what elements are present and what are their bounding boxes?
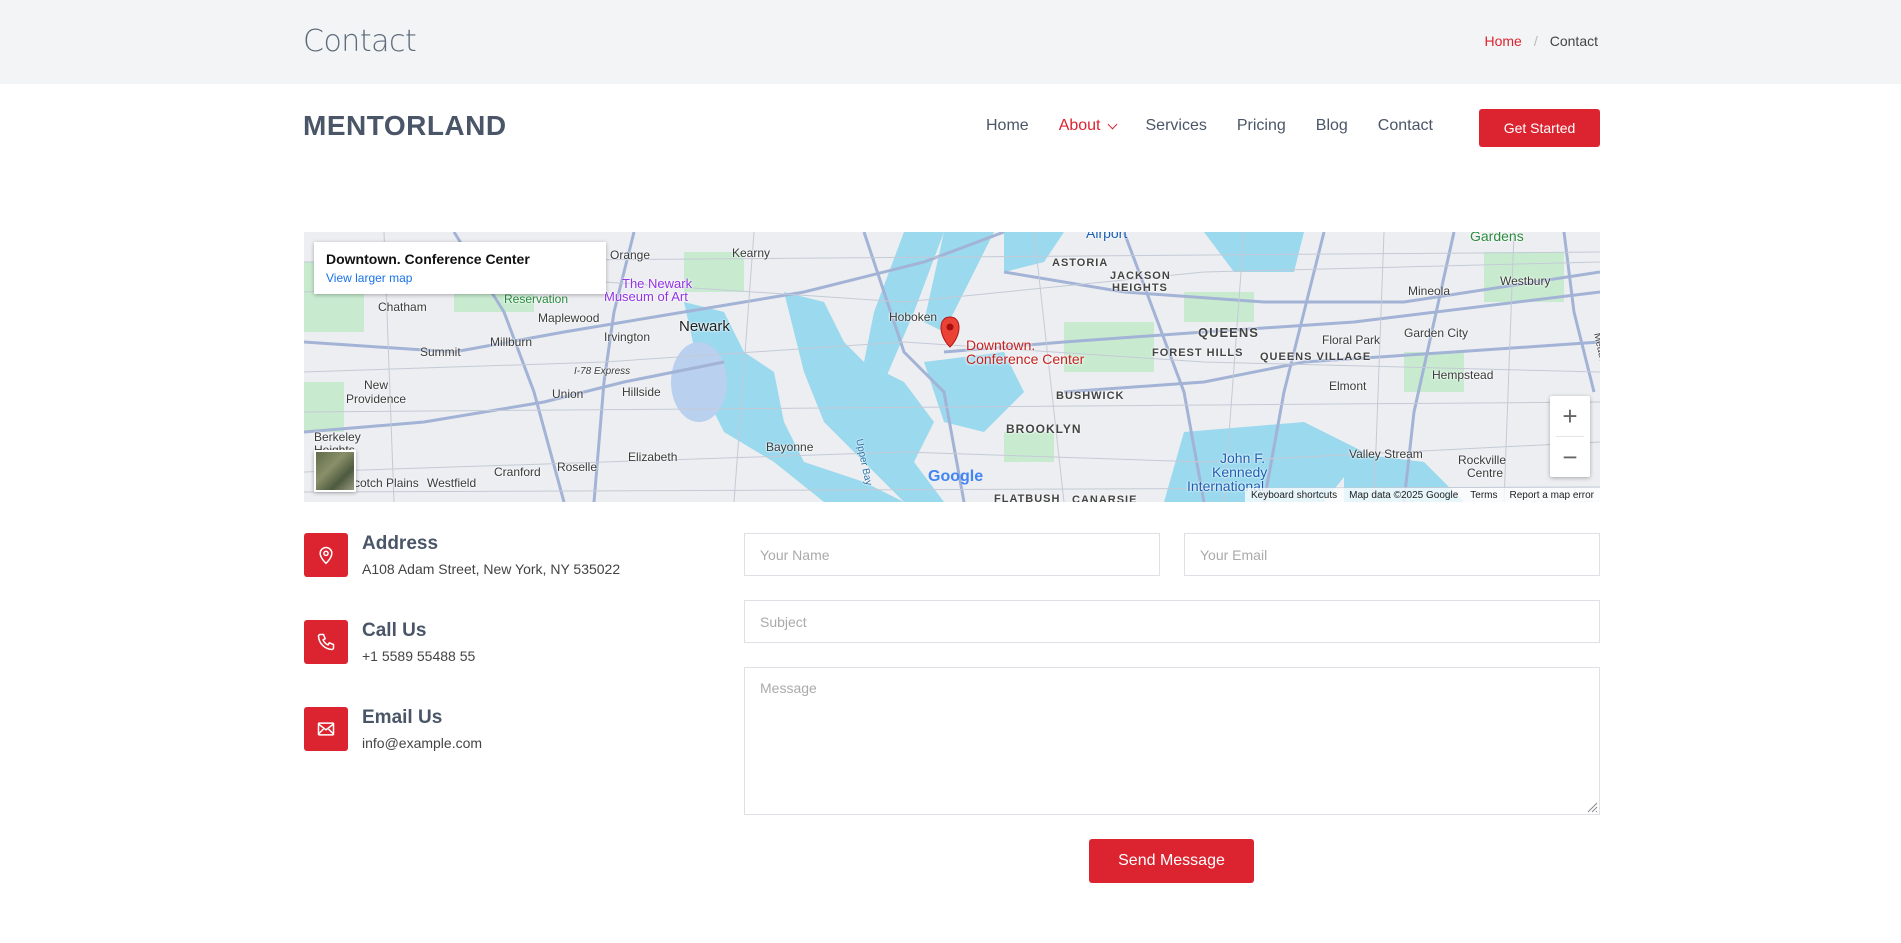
map-poi-label: Museum of Art	[604, 289, 688, 304]
map-place-label: Union	[552, 387, 584, 401]
zoom-in-button[interactable]: +	[1550, 396, 1590, 436]
map-place-label: Orange	[610, 248, 651, 262]
map-poi-label: Gardens	[1470, 232, 1524, 244]
map-place-label: QUEENS VILLAGE	[1260, 351, 1372, 363]
map-place-label: FLATBUSH	[994, 493, 1061, 502]
map-place-label: Hoboken	[889, 310, 938, 324]
map-place-label: QUEENS	[1198, 325, 1259, 340]
map-place-label: Floral Park	[1322, 333, 1381, 347]
get-started-button[interactable]: Get Started	[1479, 109, 1600, 147]
email-input[interactable]	[1184, 533, 1600, 576]
map-pin-icon	[304, 533, 348, 577]
map-place-label: Irvington	[604, 330, 651, 344]
map-place-label: Reservation	[504, 292, 569, 306]
nav-pricing[interactable]: Pricing	[1237, 117, 1286, 135]
map-poi-label: Kennedy	[1212, 464, 1268, 480]
nav-about-label: About	[1058, 117, 1101, 134]
zoom-out-button[interactable]: −	[1550, 437, 1590, 477]
map-place-label: BUSHWICK	[1056, 390, 1125, 402]
breadcrumb-home-link[interactable]: Home	[1485, 33, 1522, 49]
map-poi-label: Airport	[1086, 232, 1128, 241]
contact-info-email: Email Us info@example.com	[304, 707, 684, 755]
page-title-bar: Contact Home / Contact	[0, 0, 1901, 84]
map-pin-label-line-2: Conference Center	[966, 351, 1085, 367]
map-place-label: Westbury	[1500, 274, 1551, 288]
send-message-button[interactable]: Send Message	[1089, 839, 1254, 883]
map-place-label: Centre	[1467, 466, 1504, 480]
page-title: Contact	[303, 24, 417, 59]
google-map[interactable]: Newark Hoboken Kearny Orange Reservation…	[304, 232, 1600, 502]
nav-about[interactable]: About	[1058, 117, 1117, 135]
breadcrumb-current: Contact	[1549, 33, 1598, 49]
map-poi-label: John F.	[1220, 450, 1266, 466]
map-place-label: Roselle	[557, 460, 598, 474]
map-info-card: Downtown. Conference Center View larger …	[314, 242, 606, 294]
call-us-title: Call Us	[362, 620, 427, 641]
chevron-down-icon	[1107, 119, 1117, 129]
contact-info-phone: Call Us +1 5589 55488 55	[304, 620, 684, 668]
map-place-label: Berkeley	[314, 430, 361, 444]
map-place-label: Garden City	[1404, 326, 1469, 340]
phone-text: +1 5589 55488 55	[362, 648, 476, 664]
map-place-label: Summit	[420, 345, 461, 359]
map-place-label: JACKSON	[1110, 270, 1171, 282]
google-logo: Google	[928, 468, 984, 485]
map-place-label: Hempstead	[1432, 368, 1494, 382]
map-place-label: ASTORIA	[1052, 257, 1109, 269]
phone-icon	[304, 620, 348, 664]
subject-input[interactable]	[744, 600, 1600, 643]
map-place-label: Bayonne	[766, 440, 814, 454]
terms-link[interactable]: Terms	[1470, 490, 1497, 501]
envelope-icon	[304, 707, 348, 751]
map-place-label: BROOKLYN	[1006, 422, 1082, 436]
contact-info-address: Address A108 Adam Street, New York, NY 5…	[304, 533, 684, 581]
main-nav: Home About Services Pricing Blog Contact	[986, 117, 1463, 135]
email-us-title: Email Us	[362, 707, 443, 728]
nav-home[interactable]: Home	[986, 117, 1029, 135]
name-input[interactable]	[744, 533, 1160, 576]
satellite-toggle-thumbnail[interactable]	[314, 450, 356, 492]
map-place-label: Elizabeth	[628, 450, 678, 464]
map-place-label: Chatham	[378, 300, 427, 314]
map-place-label: HEIGHTS	[1112, 282, 1168, 294]
address-text: A108 Adam Street, New York, NY 535022	[362, 561, 621, 577]
map-place-label: FOREST HILLS	[1152, 347, 1244, 359]
breadcrumb-separator: /	[1533, 33, 1538, 49]
keyboard-shortcuts-link[interactable]: Keyboard shortcuts	[1251, 490, 1337, 501]
report-map-error-link[interactable]: Report a map error	[1510, 490, 1594, 501]
message-textarea[interactable]	[744, 667, 1600, 815]
map-place-label: CANARSIE	[1072, 494, 1138, 502]
map-footer: Keyboard shortcuts Map data ©2025 Google…	[1244, 488, 1600, 502]
map-place-label: Kearny	[732, 246, 771, 260]
nav-blog[interactable]: Blog	[1316, 117, 1348, 135]
map-place-label: I-78 Express	[574, 366, 631, 377]
map-place-label: Rockville	[1458, 453, 1507, 467]
site-header: MENTORLAND Home About Services Pricing B…	[0, 84, 1901, 170]
nav-contact[interactable]: Contact	[1378, 117, 1433, 135]
logo[interactable]: MENTORLAND	[303, 110, 507, 142]
textarea-resize-handle[interactable]	[1585, 800, 1598, 813]
map-place-label: Providence	[346, 392, 407, 406]
map-place-label: New	[364, 378, 389, 392]
map-place-label: Newark	[679, 318, 730, 335]
address-title: Address	[362, 533, 439, 554]
map-pin-label: Downtown. Conference Center	[966, 338, 1084, 366]
map-place-label: Elmont	[1329, 379, 1367, 393]
map-place-label: Mineola	[1408, 284, 1451, 298]
map-place-label: Valley Stream	[1349, 447, 1423, 461]
map-place-label: Westfield	[427, 476, 477, 490]
view-larger-map-link[interactable]: View larger map	[326, 271, 594, 285]
map-zoom-control: + −	[1550, 396, 1590, 477]
map-card-title: Downtown. Conference Center	[326, 251, 530, 267]
map-place-label: Hillside	[622, 385, 661, 399]
nav-services[interactable]: Services	[1146, 117, 1207, 135]
email-text: info@example.com	[362, 735, 483, 751]
map-pin-label-line-1: Downtown.	[966, 337, 1036, 353]
map-place-label: Scotch Plains	[346, 476, 419, 490]
breadcrumb: Home / Contact	[1485, 33, 1599, 49]
map-place-label: Maplewood	[538, 311, 600, 325]
map-place-label: Millburn	[490, 335, 533, 349]
map-place-label: Cranford	[494, 465, 541, 479]
map-data-label: Map data ©2025 Google	[1349, 489, 1459, 501]
